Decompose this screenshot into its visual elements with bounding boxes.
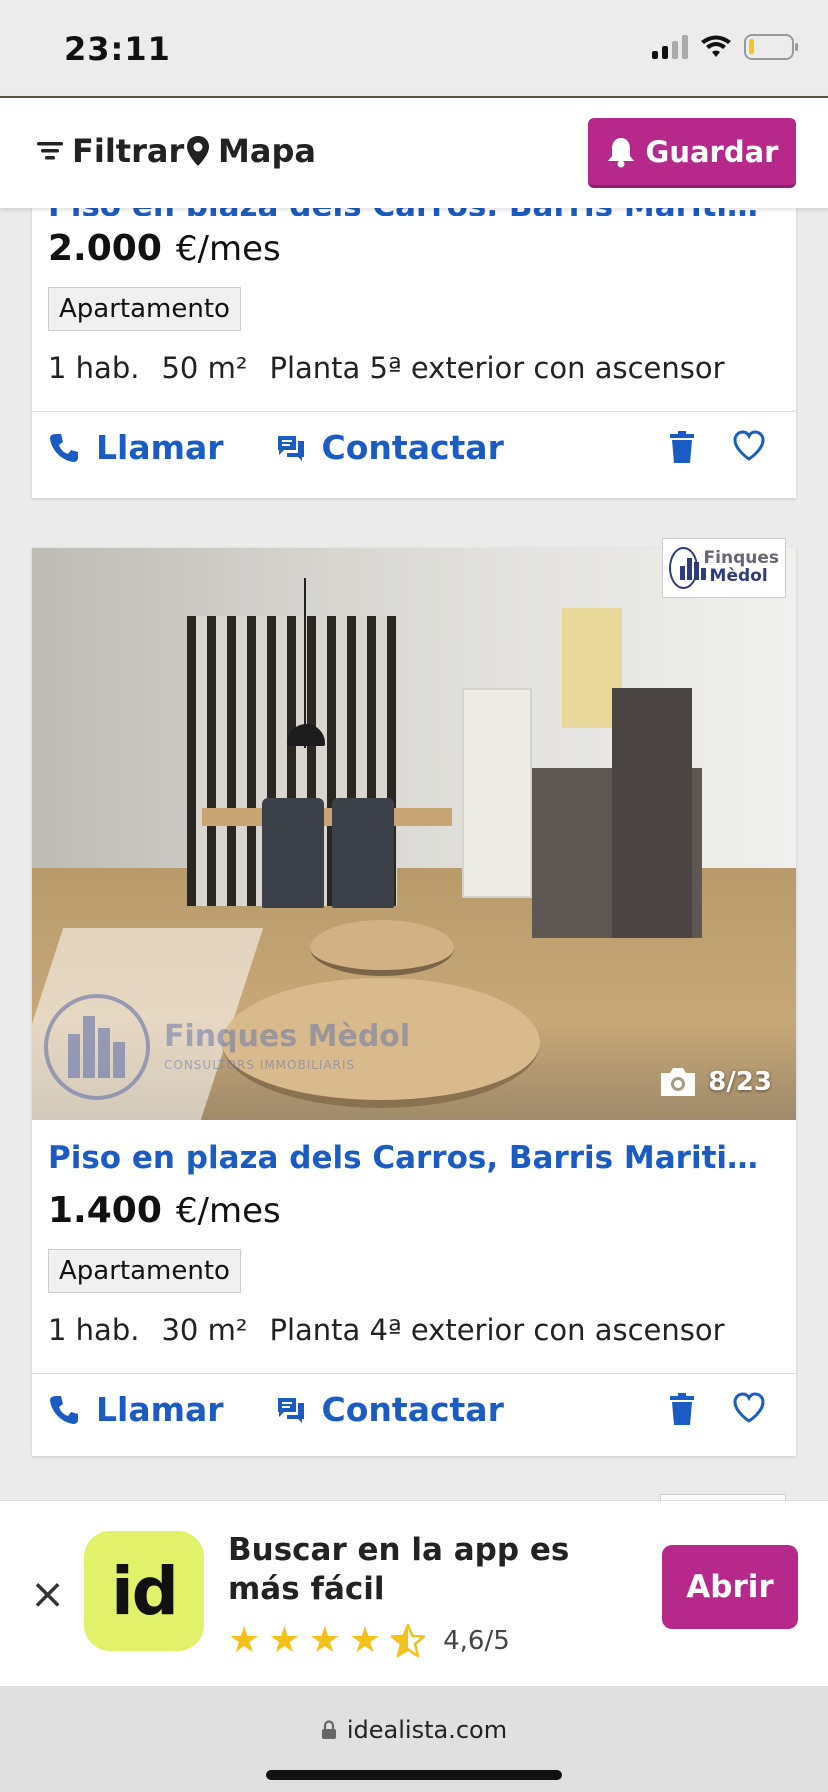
cellular-signal-icon xyxy=(652,35,688,59)
listing-actions: Llamar Contactar xyxy=(32,1373,796,1445)
app-rating: ★ ★ ★ ★ 4,6/5 xyxy=(228,1623,510,1659)
trash-icon[interactable] xyxy=(668,430,696,464)
phone-icon xyxy=(50,1395,78,1424)
agency-logo[interactable]: Finques Mèdol xyxy=(662,538,786,598)
area: 30 m² xyxy=(161,1313,248,1347)
floor-info: Planta 4ª exterior con ascensor xyxy=(269,1313,725,1347)
status-bar: 23:11 xyxy=(0,0,828,96)
photo-chair xyxy=(262,798,324,908)
star-icon: ★ xyxy=(308,1620,341,1661)
phone-icon xyxy=(50,433,78,462)
star-icon: ★ xyxy=(268,1620,301,1661)
photo-count: 8/23 xyxy=(658,1066,772,1098)
lock-icon xyxy=(321,1720,336,1739)
filter-button[interactable]: Filtrar xyxy=(36,132,184,170)
watermark-logo-icon xyxy=(44,994,150,1100)
filter-label: Filtrar xyxy=(72,132,185,170)
listing-card[interactable]: Finques Mèdol CONSULTORS IMMOBILIARIS 8/… xyxy=(32,538,796,1456)
watermark-name: Finques Mèdol xyxy=(164,1019,411,1054)
price-unit: €/mes xyxy=(175,229,281,269)
photo-chair xyxy=(332,798,394,908)
save-search-label: Guardar xyxy=(645,134,779,169)
wifi-icon xyxy=(701,35,731,57)
status-time: 23:11 xyxy=(64,30,171,68)
listing-toolbar: Filtrar Mapa Guardar xyxy=(0,96,828,208)
star-icon: ★ xyxy=(228,1620,261,1661)
contact-label: Contactar xyxy=(321,1390,504,1429)
call-button[interactable]: Llamar xyxy=(48,428,224,467)
url-text: idealista.com xyxy=(346,1716,508,1744)
listing-photo[interactable]: Finques Mèdol CONSULTORS IMMOBILIARIS 8/… xyxy=(32,548,796,1120)
area: 50 m² xyxy=(161,351,248,385)
browser-address-bar: idealista.com xyxy=(0,1686,828,1792)
rooms: 1 hab. xyxy=(48,1313,140,1347)
photo-watermark: Finques Mèdol CONSULTORS IMMOBILIARIS xyxy=(44,994,410,1100)
agency-name-line2: Mèdol xyxy=(709,566,768,586)
bell-icon xyxy=(607,137,634,167)
photo-coffee-table xyxy=(310,920,454,976)
floor-info: Planta 5ª exterior con ascensor xyxy=(269,351,725,385)
map-button[interactable]: Mapa xyxy=(186,132,316,170)
status-icons xyxy=(652,34,798,60)
chat-icon xyxy=(277,1397,304,1423)
listing-details: 1 hab. 50 m² Planta 5ª exterior con asce… xyxy=(48,351,780,411)
home-indicator[interactable] xyxy=(266,1770,562,1780)
call-label: Llamar xyxy=(96,428,224,467)
price-amount: 1.400 xyxy=(48,1190,162,1231)
listing-price: 1.400 €/mes xyxy=(48,1190,780,1231)
call-button[interactable]: Llamar xyxy=(48,1390,224,1429)
agency-logo-icon xyxy=(669,547,706,589)
rating-label: 4,6/5 xyxy=(443,1626,510,1656)
filter-icon xyxy=(37,142,63,160)
property-type-tag: Apartamento xyxy=(48,287,241,331)
save-search-button[interactable]: Guardar xyxy=(588,118,796,188)
trash-icon[interactable] xyxy=(668,1392,696,1426)
listing-actions: Llamar Contactar xyxy=(32,411,796,483)
property-type-tag: Apartamento xyxy=(48,1249,241,1293)
listing-card[interactable]: Piso en plaza dels Carros, Barris Mariti… xyxy=(32,170,796,498)
star-icon: ★ xyxy=(348,1620,382,1661)
listing-price: 2.000 €/mes xyxy=(48,228,780,269)
idealista-app-icon: id xyxy=(84,1531,204,1651)
photo-lamp-cord xyxy=(304,578,306,748)
price-amount: 2.000 xyxy=(48,228,162,269)
url-field[interactable]: idealista.com xyxy=(0,1716,828,1744)
rooms: 1 hab. xyxy=(48,351,140,385)
battery-icon xyxy=(744,34,798,60)
close-banner-button[interactable]: × xyxy=(30,1569,65,1618)
photo-count-label: 8/23 xyxy=(708,1067,772,1097)
listing-title[interactable]: Piso en plaza dels Carros, Barris Mariti… xyxy=(48,1120,780,1184)
price-unit: €/mes xyxy=(175,1191,281,1231)
heart-icon[interactable] xyxy=(732,430,766,462)
photo-dining-table xyxy=(202,808,452,826)
chat-icon xyxy=(277,435,304,461)
call-label: Llamar xyxy=(96,1390,224,1429)
camera-icon xyxy=(661,1068,696,1096)
app-install-banner: × id Buscar en la app es más fácil ★ ★ ★… xyxy=(0,1500,828,1686)
photo-fridge xyxy=(612,688,692,938)
contact-button[interactable]: Contactar xyxy=(276,1390,504,1429)
contact-label: Contactar xyxy=(321,428,504,467)
open-app-button[interactable]: Abrir xyxy=(662,1545,798,1629)
photo-door xyxy=(462,688,532,898)
banner-text: Buscar en la app es más fácil xyxy=(228,1532,570,1607)
listing-details: 1 hab. 30 m² Planta 4ª exterior con asce… xyxy=(48,1313,780,1373)
watermark-subtitle: CONSULTORS IMMOBILIARIS xyxy=(164,1058,356,1072)
map-pin-icon xyxy=(187,136,209,166)
heart-icon[interactable] xyxy=(732,1392,766,1424)
half-star-icon xyxy=(390,1623,426,1658)
map-label: Mapa xyxy=(218,132,316,170)
contact-button[interactable]: Contactar xyxy=(276,428,504,467)
